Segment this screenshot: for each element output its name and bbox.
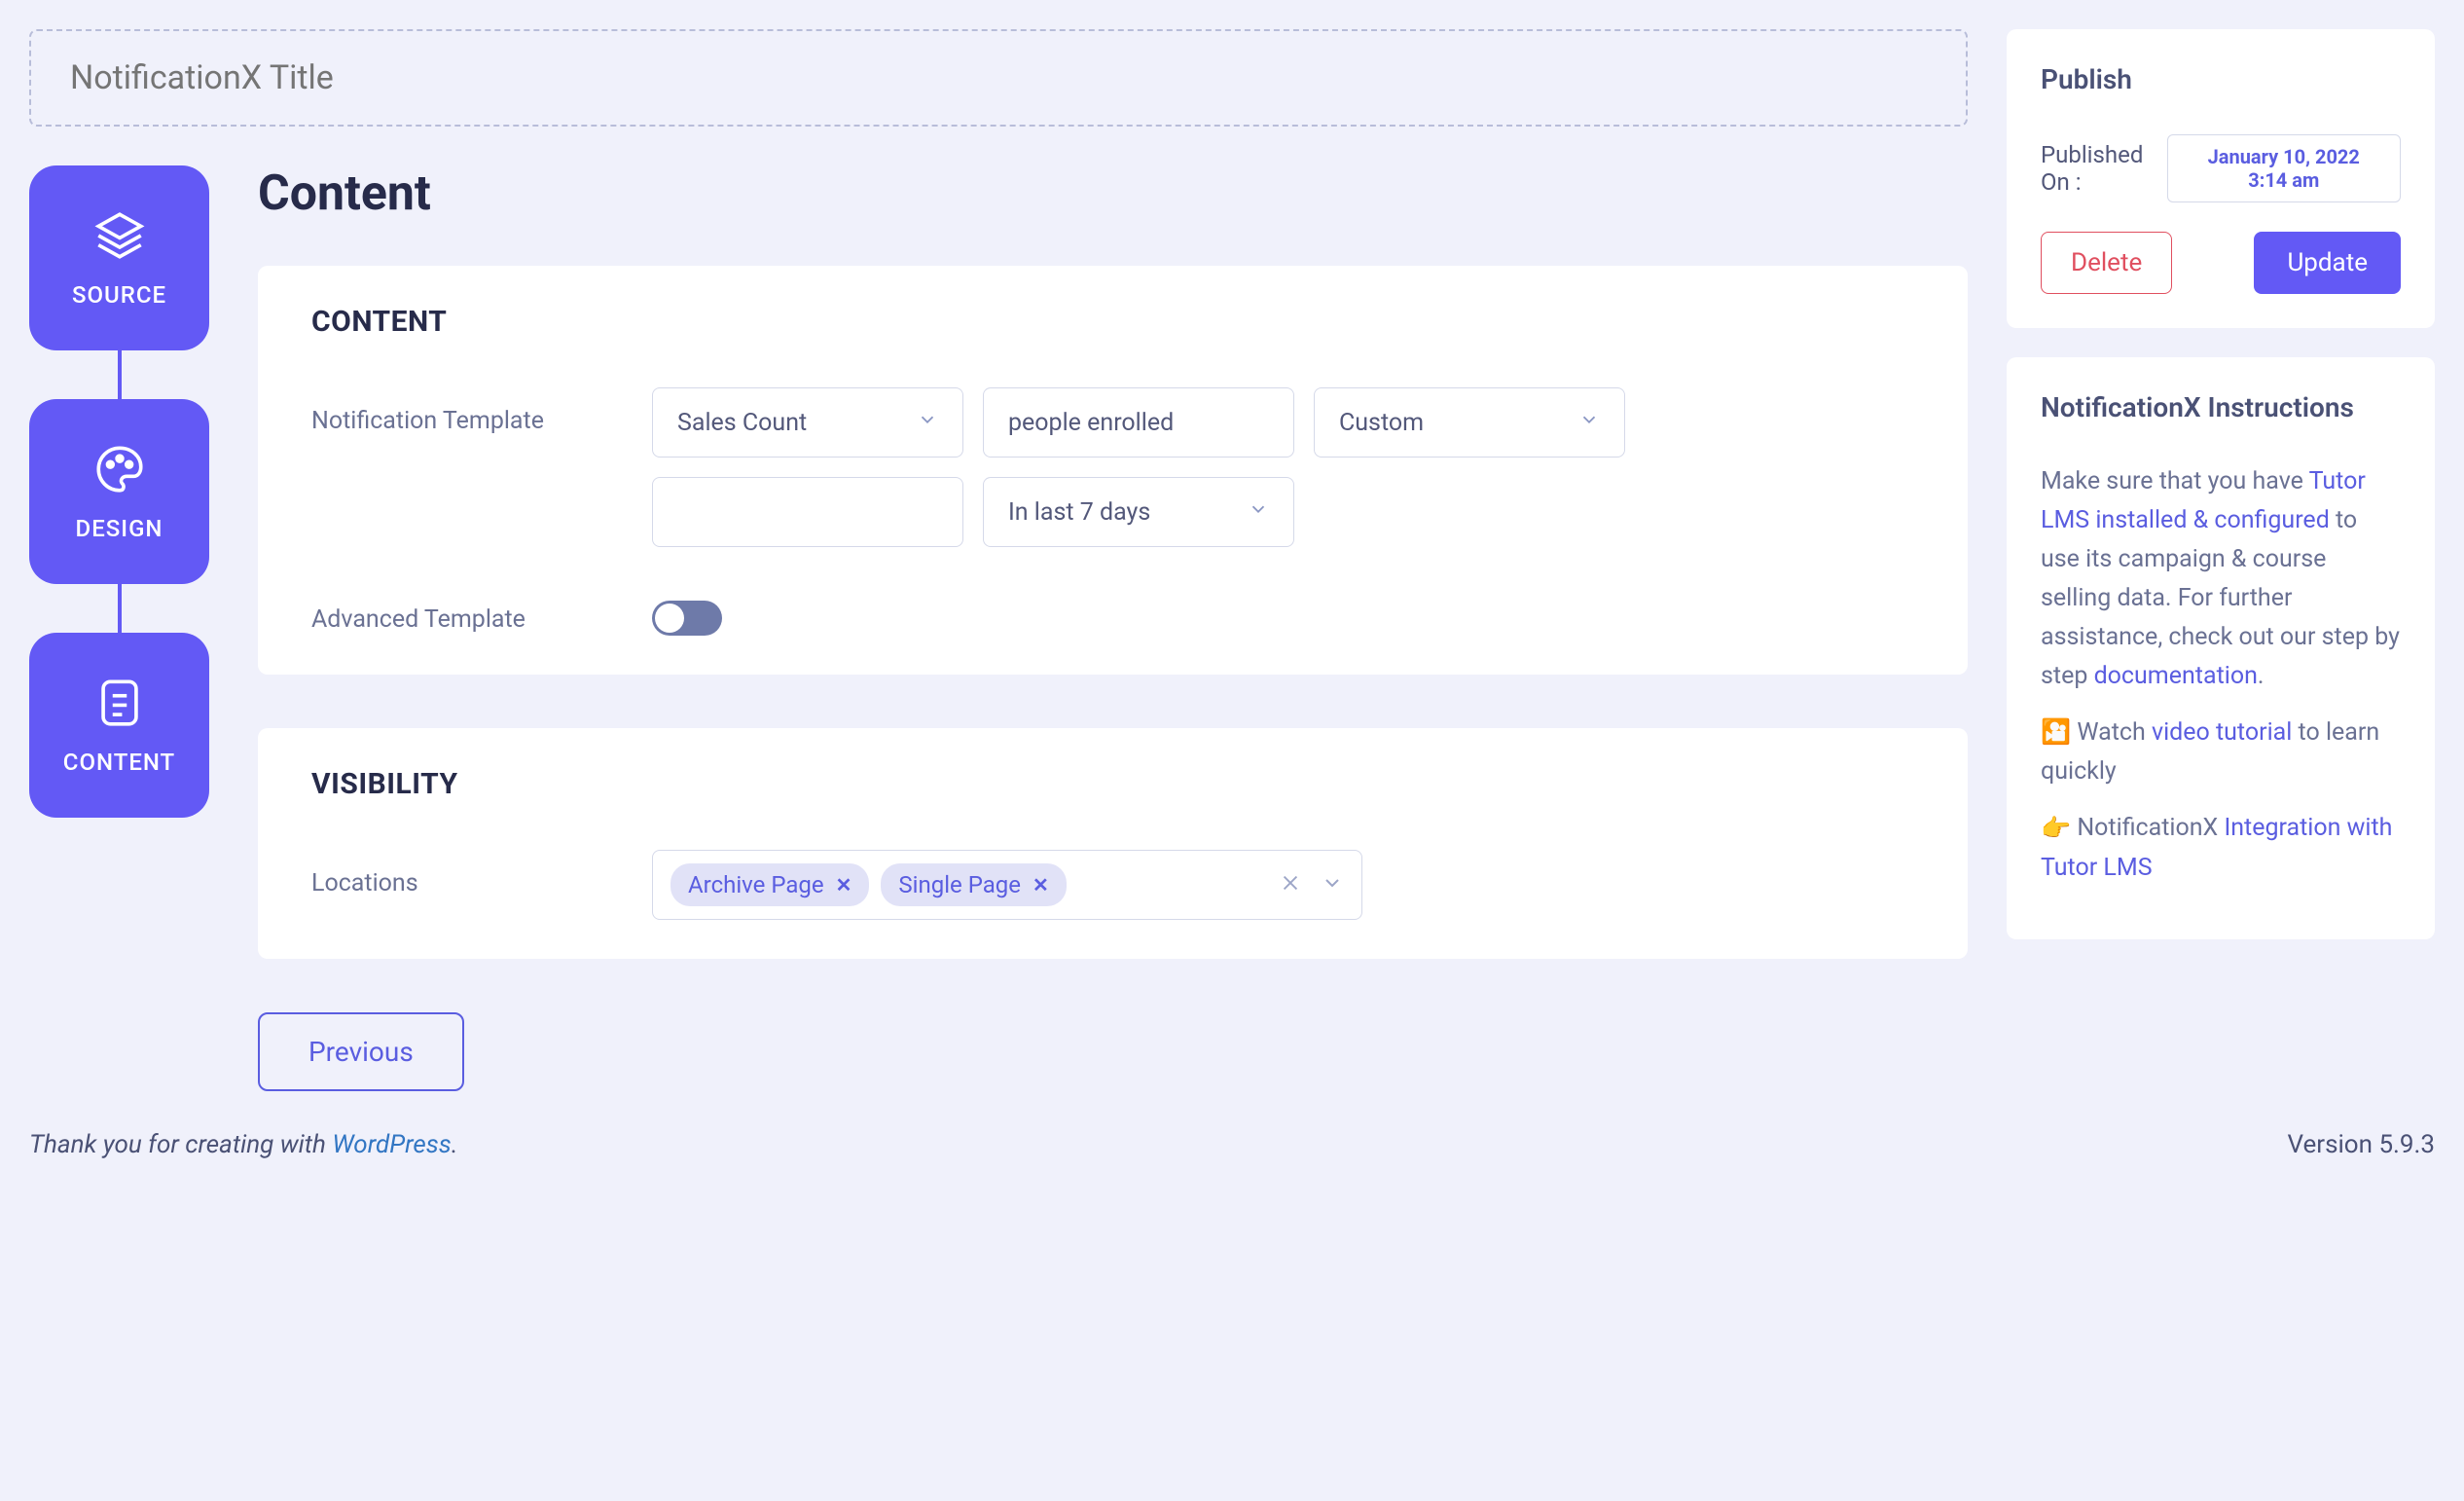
version-label: Version 5.9.3 xyxy=(2287,1130,2435,1159)
card-title: CONTENT xyxy=(311,305,1914,339)
previous-button[interactable]: Previous xyxy=(258,1012,464,1091)
advanced-label: Advanced Template xyxy=(311,586,652,634)
footer: Thank you for creating with WordPress. V… xyxy=(29,1091,2435,1171)
text-value: people enrolled xyxy=(1008,409,1174,437)
layers-icon xyxy=(91,207,148,264)
publish-card: Publish Published On : January 10, 2022 … xyxy=(2007,29,2435,328)
step-nav: SOURCE DESIGN xyxy=(29,165,209,1091)
point-right-icon: 👉 xyxy=(2041,810,2071,849)
template-text-2[interactable]: people enrolled xyxy=(983,387,1294,458)
tag-label: Single Page xyxy=(898,871,1021,898)
instructions-paragraph: 👉 NotificationX Integration with Tutor L… xyxy=(2041,809,2401,887)
template-select-5[interactable]: In last 7 days xyxy=(983,477,1294,547)
step-content[interactable]: CONTENT xyxy=(29,633,209,818)
page-title: Content xyxy=(258,165,1968,222)
locations-label: Locations xyxy=(311,850,652,897)
step-label: SOURCE xyxy=(72,281,166,309)
update-button[interactable]: Update xyxy=(2254,232,2401,294)
instructions-paragraph: Make sure that you have Tutor LMS instal… xyxy=(2041,462,2401,696)
advanced-toggle[interactable] xyxy=(652,601,722,636)
palette-icon xyxy=(91,441,148,497)
published-on-label: Published On : xyxy=(2041,141,2167,196)
step-source[interactable]: SOURCE xyxy=(29,165,209,350)
remove-tag-icon[interactable]: ✕ xyxy=(1033,873,1049,897)
locations-select[interactable]: Archive Page ✕ Single Page ✕ xyxy=(652,850,1362,920)
chevron-down-icon xyxy=(1578,409,1600,437)
template-select-1[interactable]: Sales Count xyxy=(652,387,963,458)
delete-button[interactable]: Delete xyxy=(2041,232,2172,294)
template-select-3[interactable]: Custom xyxy=(1314,387,1625,458)
instructions-card: NotificationX Instructions Make sure tha… xyxy=(2007,357,2435,939)
step-connector xyxy=(118,584,122,633)
toggle-knob xyxy=(655,604,684,633)
template-label: Notification Template xyxy=(311,387,652,435)
clear-all-icon[interactable] xyxy=(1280,872,1301,897)
document-icon xyxy=(91,675,148,731)
step-label: CONTENT xyxy=(63,749,175,776)
video-icon: 🎦 xyxy=(2041,714,2071,752)
video-tutorial-link[interactable]: video tutorial xyxy=(2152,718,2292,747)
instructions-paragraph: 🎦 Watch video tutorial to learn quickly xyxy=(2041,714,2401,791)
chevron-down-icon xyxy=(917,409,938,437)
chevron-down-icon xyxy=(1248,498,1269,527)
template-text-4[interactable] xyxy=(652,477,963,547)
select-value: In last 7 days xyxy=(1008,498,1150,527)
documentation-link[interactable]: documentation xyxy=(2094,662,2258,690)
published-date[interactable]: January 10, 2022 3:14 am xyxy=(2167,134,2401,202)
wordpress-link[interactable]: WordPress xyxy=(332,1130,451,1159)
tag-label: Archive Page xyxy=(688,871,824,898)
publish-title: Publish xyxy=(2041,63,2401,95)
select-value: Sales Count xyxy=(677,409,807,437)
select-value: Custom xyxy=(1339,409,1424,437)
title-input[interactable] xyxy=(29,29,1968,127)
step-design[interactable]: DESIGN xyxy=(29,399,209,584)
instructions-title: NotificationX Instructions xyxy=(2041,391,2401,423)
chevron-down-icon[interactable] xyxy=(1321,871,1344,898)
remove-tag-icon[interactable]: ✕ xyxy=(836,873,852,897)
visibility-card: VISIBILITY Locations Archive Page ✕ Sing… xyxy=(258,728,1968,959)
content-card: CONTENT Notification Template Sales Coun… xyxy=(258,266,1968,675)
card-title: VISIBILITY xyxy=(311,767,1914,801)
location-tag: Archive Page ✕ xyxy=(670,863,869,906)
location-tag: Single Page ✕ xyxy=(881,863,1066,906)
step-label: DESIGN xyxy=(76,515,163,542)
footer-thanks: Thank you for creating with xyxy=(29,1130,332,1159)
step-connector xyxy=(118,350,122,399)
